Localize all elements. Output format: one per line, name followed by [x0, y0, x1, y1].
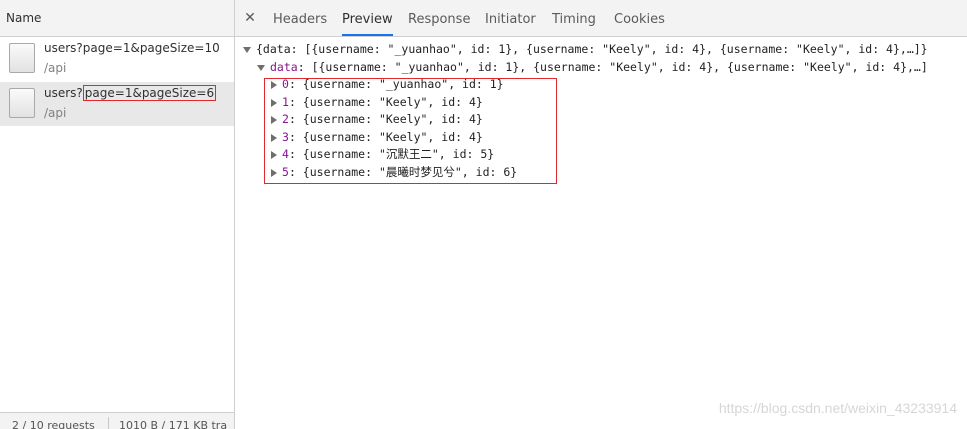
- tab-preview[interactable]: Preview: [342, 0, 393, 36]
- collapse-triangle-icon[interactable]: [271, 98, 277, 107]
- collapse-triangle-icon[interactable]: [271, 80, 277, 89]
- file-icon: [9, 88, 35, 118]
- tree-item[interactable]: 3: {username: "Keely", id: 4}: [271, 129, 483, 146]
- item-index: 5: [282, 165, 289, 179]
- tree-item[interactable]: 1: {username: "Keely", id: 4}: [271, 94, 483, 111]
- request-query-highlight: page=1&pageSize=6: [82, 85, 217, 101]
- collapse-triangle-icon[interactable]: [271, 150, 277, 159]
- json-preview: {data: [{username: "_yuanhao", id: 1}, {…: [235, 37, 967, 429]
- tree-item[interactable]: 5: {username: "晨曦时梦见兮", id: 6}: [271, 164, 517, 181]
- file-icon: [9, 43, 35, 73]
- request-path: /api: [44, 106, 67, 120]
- tab-cookies[interactable]: Cookies: [614, 0, 665, 36]
- request-row-selected[interactable]: users? page=1&pageSize=6 /api: [0, 82, 234, 126]
- collapse-triangle-icon[interactable]: [271, 115, 277, 124]
- item-value: {username: "Keely", id: 4}: [302, 112, 483, 126]
- detail-tabbar: ✕ Headers Preview Response Initiator Tim…: [235, 0, 967, 37]
- item-index: 4: [282, 147, 289, 161]
- request-list-panel: Name users?page=1&pageSize=10 /api users…: [0, 0, 235, 429]
- tab-headers[interactable]: Headers: [273, 0, 327, 36]
- request-detail-panel: ✕ Headers Preview Response Initiator Tim…: [235, 0, 967, 429]
- request-name: users? page=1&pageSize=6: [44, 85, 217, 101]
- expand-triangle-icon[interactable]: [243, 46, 251, 53]
- item-value: {username: "Keely", id: 4}: [302, 130, 483, 144]
- item-index: 0: [282, 77, 289, 91]
- tree-root[interactable]: {data: [{username: "_yuanhao", id: 1}, {…: [243, 41, 928, 58]
- tree-item[interactable]: 0: {username: "_yuanhao", id: 1}: [271, 76, 504, 93]
- tab-response[interactable]: Response: [408, 0, 470, 36]
- status-bar: 2 / 10 requests 1010 B / 171 KB tra: [0, 412, 234, 429]
- item-value: {username: "晨曦时梦见兮", id: 6}: [302, 165, 518, 179]
- item-value: {username: "_yuanhao", id: 1}: [302, 77, 504, 91]
- tree-node-data[interactable]: data: [{username: "_yuanhao", id: 1}, {u…: [257, 59, 928, 76]
- data-key: data: [270, 60, 298, 74]
- expand-triangle-icon[interactable]: [257, 64, 265, 71]
- transfer-size: 1010 B / 171 KB tra: [119, 419, 228, 429]
- item-index: 3: [282, 130, 289, 144]
- collapse-triangle-icon[interactable]: [271, 168, 277, 177]
- tree-item[interactable]: 4: {username: "沉默王二", id: 5}: [271, 146, 494, 163]
- item-value: {username: "Keely", id: 4}: [302, 95, 483, 109]
- status-divider: [108, 417, 109, 429]
- watermark: https://blog.csdn.net/weixin_43233914: [718, 400, 957, 416]
- request-row[interactable]: users?page=1&pageSize=10 /api: [0, 37, 234, 81]
- tree-item[interactable]: 2: {username: "Keely", id: 4}: [271, 111, 483, 128]
- root-summary: {data: [{username: "_yuanhao", id: 1}, {…: [256, 42, 928, 56]
- tab-initiator[interactable]: Initiator: [485, 0, 536, 36]
- item-value: {username: "沉默王二", id: 5}: [302, 147, 495, 161]
- devtools-network-panel: Name users?page=1&pageSize=10 /api users…: [0, 0, 967, 429]
- item-index: 1: [282, 95, 289, 109]
- request-count: 2 / 10 requests: [12, 419, 95, 429]
- name-column-header[interactable]: Name: [0, 0, 234, 37]
- collapse-triangle-icon[interactable]: [271, 133, 277, 142]
- data-summary: [{username: "_yuanhao", id: 1}, {usernam…: [311, 60, 928, 74]
- tab-timing[interactable]: Timing: [552, 0, 596, 36]
- item-index: 2: [282, 112, 289, 126]
- request-path: /api: [44, 61, 67, 75]
- close-icon[interactable]: ✕: [243, 10, 257, 26]
- request-name: users?page=1&pageSize=10: [44, 41, 220, 55]
- request-name-prefix: users?: [44, 86, 83, 100]
